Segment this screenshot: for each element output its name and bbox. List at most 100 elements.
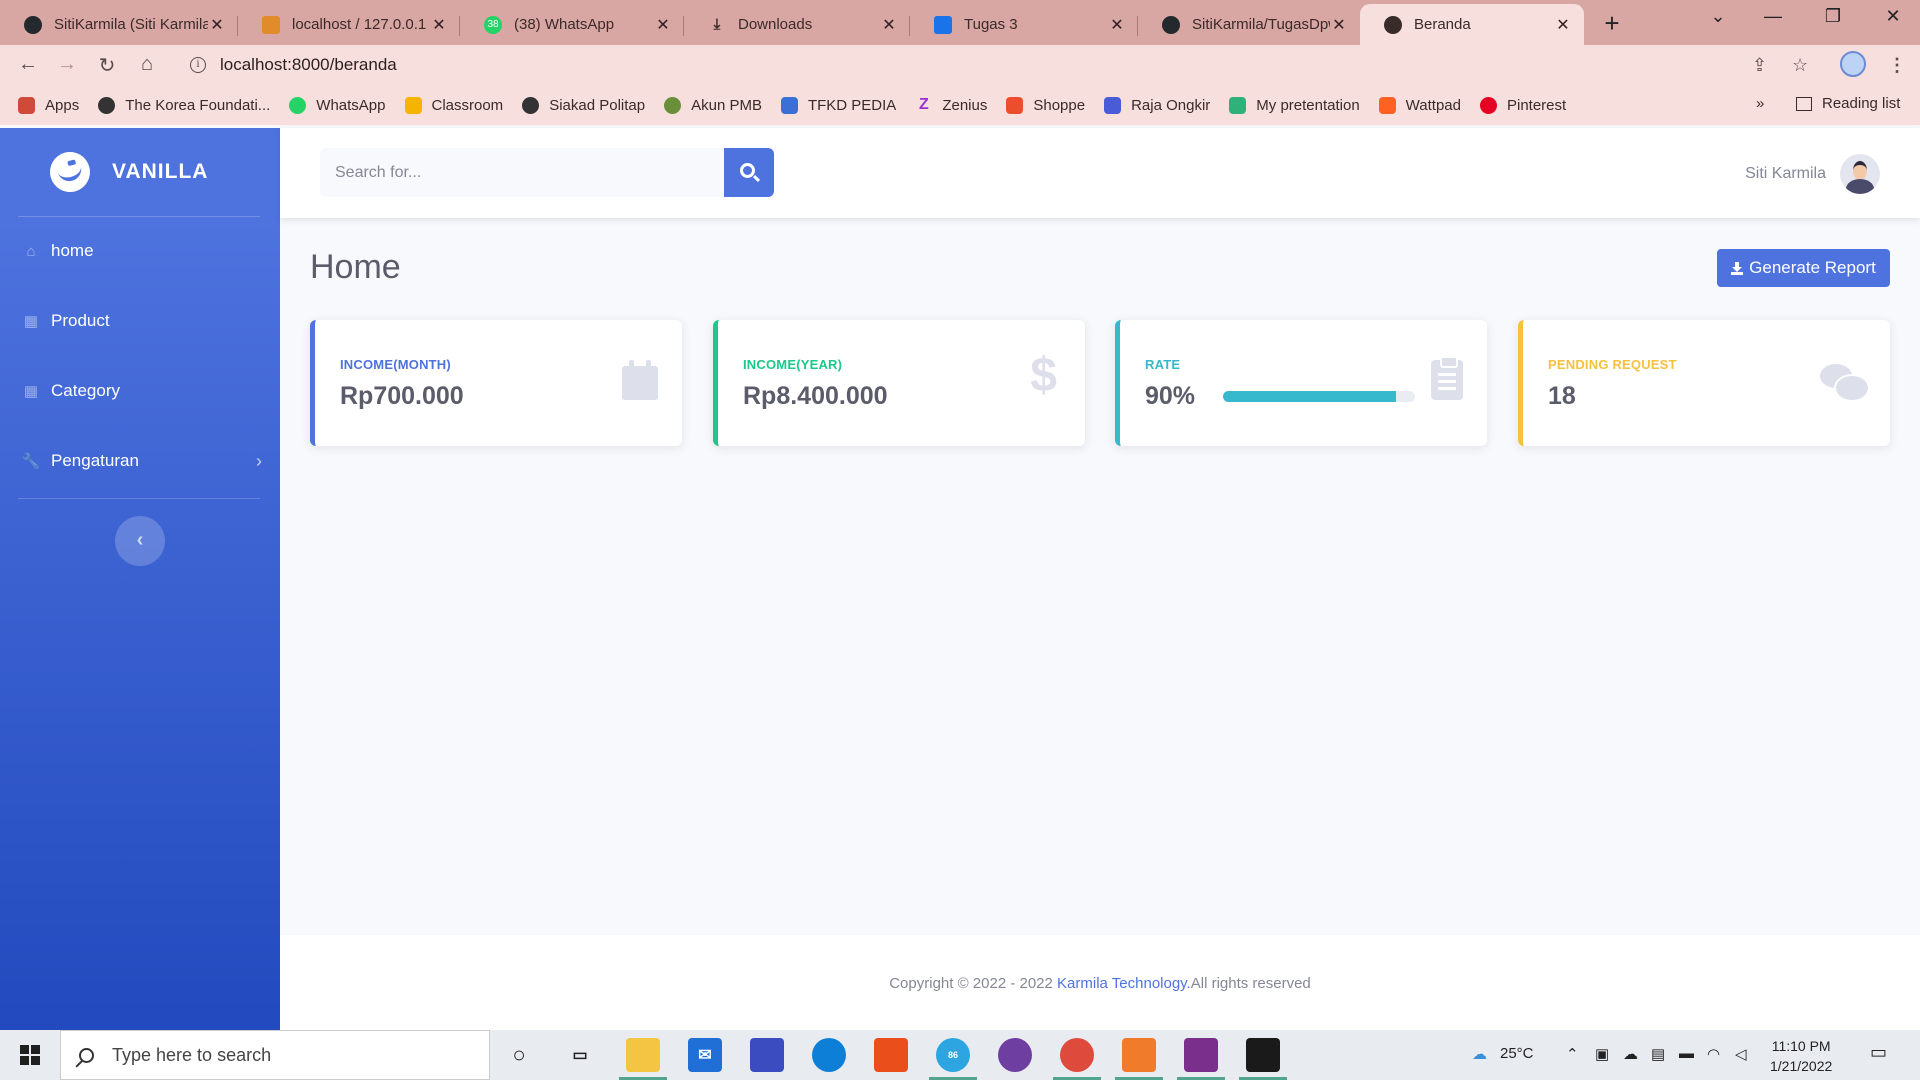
close-icon[interactable]: ✕ (880, 15, 898, 35)
bookmark-apps[interactable]: Apps (18, 96, 79, 114)
copyright-text: Copyright © 2022 - 2022 (889, 975, 1058, 992)
globe-icon (1384, 15, 1402, 34)
bookmark-my-presentation[interactable]: My pretentation (1229, 96, 1360, 114)
chevron-up-icon[interactable]: ⌃ (1566, 1045, 1579, 1063)
whatsapp-icon (289, 96, 307, 114)
brand[interactable]: VANILLA (45, 147, 208, 197)
xampp-icon[interactable] (1115, 1038, 1163, 1080)
taskbar-search-box[interactable]: Type here to search (60, 1030, 490, 1080)
onedrive-icon[interactable]: ☁ (1623, 1045, 1638, 1063)
cortana-icon[interactable]: ○ (502, 1038, 536, 1072)
volume-icon[interactable]: ◁ (1735, 1045, 1747, 1063)
sidebar-item-product[interactable]: ▦ Product (22, 306, 262, 336)
user-dropdown[interactable]: Siti Karmila (1745, 154, 1880, 194)
profile-avatar[interactable] (1840, 51, 1866, 77)
telegram-icon[interactable]: 86 (929, 1038, 977, 1080)
bookmark-tfkd-pedia[interactable]: TFKD PEDIA (780, 96, 896, 114)
restore-button[interactable]: ❐ (1818, 6, 1848, 27)
generate-report-button[interactable]: Generate Report (1717, 249, 1890, 287)
new-tab-button[interactable]: + (1596, 8, 1628, 39)
close-icon[interactable]: ✕ (208, 15, 226, 35)
close-icon[interactable]: ✕ (654, 15, 672, 35)
sidebar-toggle-button[interactable]: ‹ (115, 516, 165, 566)
clipboard-icon (1431, 356, 1463, 400)
card-value: 90% (1145, 382, 1196, 410)
browser-tab-active[interactable]: Beranda ✕ (1360, 4, 1584, 45)
taskbar-search-placeholder: Type here to search (112, 1044, 272, 1065)
sidebar-item-category[interactable]: ▦ Category (22, 376, 262, 406)
bookmark-wattpad[interactable]: Wattpad (1378, 96, 1461, 114)
bookmark-label: Siakad Politap (549, 96, 646, 114)
browser-tab[interactable]: Tugas 3 ✕ (910, 4, 1138, 45)
search-input[interactable] (320, 148, 724, 197)
sidebar-item-home[interactable]: ⌂ home (22, 236, 262, 266)
browser-tab-strip: SitiKarmila (Siti Karmila) ✕ localhost /… (0, 0, 1920, 45)
bookmark-akun-pmb[interactable]: Akun PMB (664, 96, 762, 114)
wifi-icon[interactable]: ◠ (1707, 1045, 1720, 1063)
company-link[interactable]: Karmila Technology. (1057, 975, 1191, 992)
clock[interactable]: 11:10 PM 1/21/2022 (1770, 1036, 1832, 1076)
bookmark-star-icon[interactable]: ☆ (1792, 55, 1808, 76)
menu-kebab-icon[interactable]: ⋮ (1888, 55, 1906, 76)
back-button[interactable]: ← (14, 53, 42, 76)
weather-cloud-icon[interactable]: ☁ (1472, 1045, 1487, 1063)
mail-icon[interactable]: ✉ (688, 1038, 722, 1072)
office-icon[interactable] (874, 1038, 908, 1072)
file-explorer-icon[interactable] (619, 1038, 667, 1080)
close-icon[interactable]: ✕ (1330, 15, 1348, 35)
bookmark-raja-ongkir[interactable]: Raja Ongkir (1104, 96, 1210, 114)
share-icon[interactable]: ⇪ (1752, 55, 1767, 76)
reading-list-button[interactable]: Reading list (1796, 95, 1900, 112)
bookmark-siakad[interactable]: Siakad Politap (522, 96, 646, 114)
close-window-button[interactable]: ✕ (1878, 6, 1908, 27)
battery-icon[interactable]: ▬ (1679, 1045, 1694, 1062)
bookmark-korea-foundation[interactable]: The Korea Foundati... (98, 96, 270, 114)
bookmark-zenius[interactable]: Z Zenius (915, 96, 987, 114)
github-icon (1162, 15, 1180, 34)
bookmark-whatsapp[interactable]: WhatsApp (289, 96, 386, 114)
code-app-icon[interactable] (750, 1038, 784, 1072)
home-button[interactable]: ⌂ (133, 53, 161, 76)
page-title: Home (310, 248, 401, 286)
bookmark-shoppe[interactable]: Shoppe (1006, 96, 1086, 114)
bookmark-classroom[interactable]: Classroom (404, 96, 503, 114)
task-view-icon[interactable]: ▭ (563, 1038, 597, 1072)
close-icon[interactable]: ✕ (1554, 15, 1572, 35)
browser-tab[interactable]: SitiKarmila (Siti Karmila) ✕ (0, 4, 238, 45)
browser-tab[interactable]: ⤓ Downloads ✕ (684, 4, 910, 45)
minimize-button[interactable]: — (1758, 6, 1788, 27)
bookmark-label: Shoppe (1033, 96, 1086, 114)
browser-tab[interactable]: localhost / 127.0.0.1 / db_vanilla ✕ (238, 4, 460, 45)
browser-tab[interactable]: 38 (38) WhatsApp ✕ (460, 4, 684, 45)
browser-tab[interactable]: SitiKarmila/TugasDpw ✕ (1138, 4, 1360, 45)
classroom-icon (934, 15, 952, 34)
tab-search-chevron-icon[interactable]: ⌄ (1703, 6, 1733, 27)
calendar-icon (622, 360, 658, 400)
address-bar[interactable]: i localhost:8000/beranda (176, 49, 1756, 81)
windows-start-icon[interactable] (20, 1045, 40, 1065)
winrar-icon[interactable] (1177, 1038, 1225, 1080)
screen-icon[interactable]: ▤ (1651, 1045, 1665, 1063)
terminal-icon[interactable] (1239, 1038, 1287, 1080)
sidebar-item-label: Category (51, 381, 120, 400)
close-icon[interactable]: ✕ (1108, 15, 1126, 35)
edge-icon[interactable] (812, 1038, 846, 1072)
close-icon[interactable]: ✕ (430, 15, 448, 35)
table-icon: ▦ (23, 313, 39, 330)
notifications-icon[interactable]: ▭ (1870, 1042, 1887, 1063)
chrome-icon[interactable] (1053, 1038, 1101, 1080)
search-button[interactable] (724, 148, 774, 197)
tab-title: SitiKarmila/TugasDpw (1192, 16, 1330, 33)
forward-button[interactable]: → (53, 53, 81, 76)
tfkd-icon (780, 96, 798, 114)
more-bookmarks-button[interactable]: » (1756, 95, 1764, 112)
reload-button[interactable]: ↻ (93, 53, 121, 78)
sidebar-item-pengaturan[interactable]: 🔧 Pengaturan › (22, 446, 262, 476)
pending-request-card: PENDING REQUEST 18 (1518, 320, 1890, 446)
meet-now-icon[interactable]: ▣ (1595, 1045, 1609, 1063)
laugh-wink-icon (45, 147, 95, 197)
bookmark-pinterest[interactable]: Pinterest (1479, 96, 1566, 114)
weather-temperature[interactable]: 25°C (1500, 1045, 1534, 1062)
site-info-icon[interactable]: i (190, 57, 206, 73)
github-desktop-icon[interactable] (998, 1038, 1032, 1072)
